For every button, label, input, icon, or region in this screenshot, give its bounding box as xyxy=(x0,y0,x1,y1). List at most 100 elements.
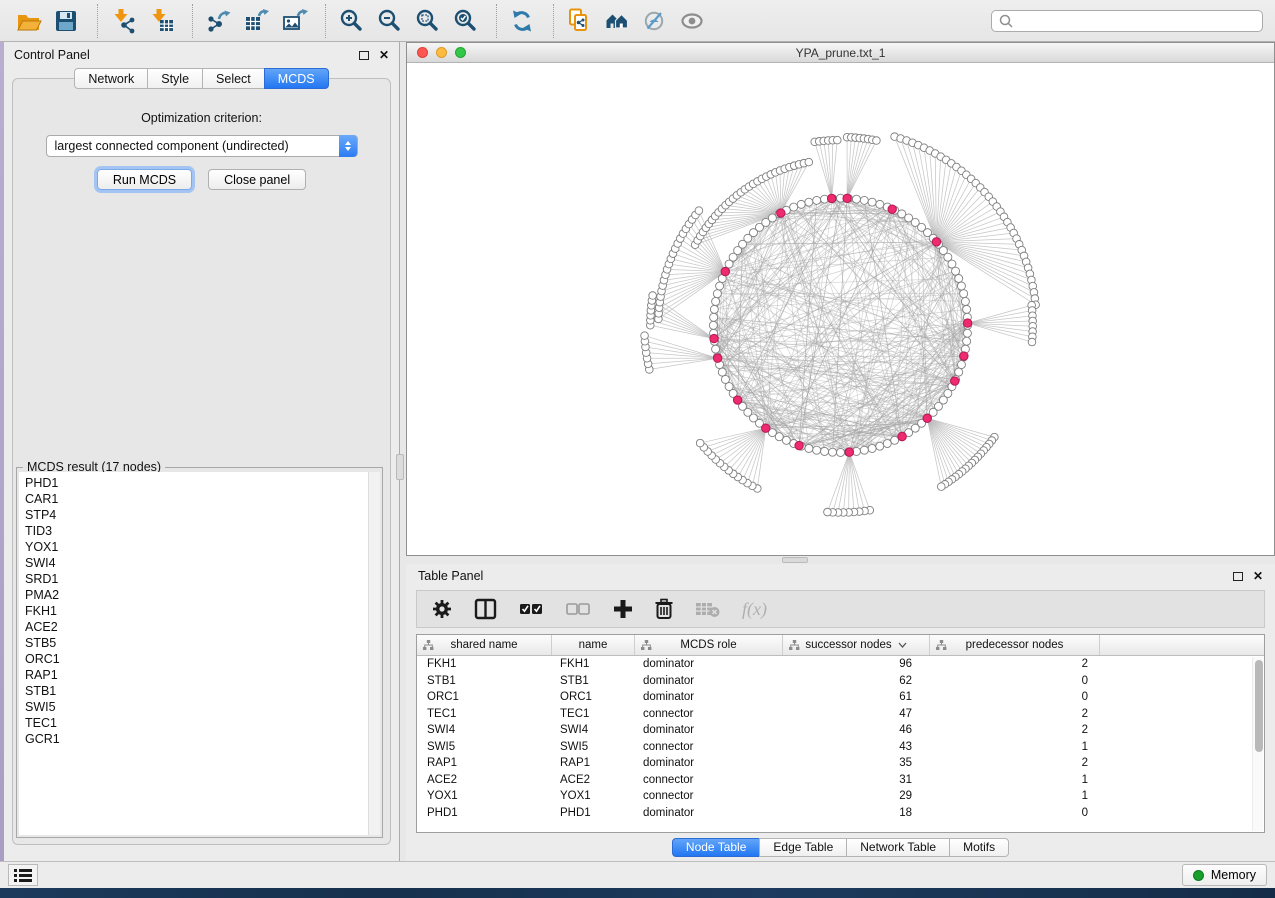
mcds-result-item[interactable]: STB1 xyxy=(25,683,368,699)
select-all-button[interactable] xyxy=(519,600,545,618)
table-cell[interactable]: FKH1 xyxy=(417,658,552,670)
table-cell[interactable]: TEC1 xyxy=(552,708,635,720)
table-cell[interactable]: 61 xyxy=(783,691,930,703)
mcds-result-item[interactable]: STP4 xyxy=(25,507,368,523)
tab-mcds[interactable]: MCDS xyxy=(264,68,329,89)
table-cell[interactable]: 0 xyxy=(930,675,1100,687)
table-cell[interactable]: 47 xyxy=(783,708,930,720)
mcds-result-item[interactable]: ACE2 xyxy=(25,619,368,635)
create-column-button[interactable] xyxy=(613,599,633,619)
table-cell[interactable]: dominator xyxy=(635,757,783,769)
zoom-selected-button[interactable] xyxy=(449,5,481,37)
table-cell[interactable]: 43 xyxy=(783,741,930,753)
table-cell[interactable]: SWI5 xyxy=(417,741,552,753)
table-cell[interactable]: 62 xyxy=(783,675,930,687)
column-header-mcds-role[interactable]: MCDS role xyxy=(635,635,783,655)
mcds-result-item[interactable]: PHD1 xyxy=(25,475,368,491)
column-header-name[interactable]: name xyxy=(552,635,635,655)
column-header-shared-name[interactable]: shared name xyxy=(417,635,552,655)
table-cell[interactable]: 2 xyxy=(930,724,1100,736)
table-settings-button[interactable] xyxy=(431,598,453,620)
table-cell[interactable]: STB1 xyxy=(417,675,552,687)
table-row[interactable]: SWI4SWI4dominator462 xyxy=(417,722,1264,739)
mcds-result-item[interactable]: TEC1 xyxy=(25,715,368,731)
show-panels-button[interactable] xyxy=(677,5,709,37)
hide-panels-button[interactable] xyxy=(639,5,671,37)
table-scrollbar[interactable] xyxy=(1252,657,1263,831)
horizontal-splitter-handle[interactable] xyxy=(782,557,808,563)
table-row[interactable]: PHD1PHD1dominator180 xyxy=(417,805,1264,822)
network-graph[interactable] xyxy=(407,63,1274,555)
mcds-result-item[interactable]: SWI5 xyxy=(25,699,368,715)
table-cell[interactable]: STB1 xyxy=(552,675,635,687)
table-cell[interactable]: SWI4 xyxy=(417,724,552,736)
table-row[interactable]: ORC1ORC1dominator610 xyxy=(417,689,1264,706)
table-cell[interactable]: 31 xyxy=(783,774,930,786)
tab-network-table[interactable]: Network Table xyxy=(846,838,950,857)
float-control-panel-button[interactable] xyxy=(359,51,369,60)
table-scrollbar-thumb[interactable] xyxy=(1255,660,1263,752)
optimization-criterion-select[interactable]: largest connected component (undirected) xyxy=(46,135,358,157)
table-cell[interactable]: 2 xyxy=(930,757,1100,769)
table-cell[interactable]: 2 xyxy=(930,708,1100,720)
mcds-result-item[interactable]: SWI4 xyxy=(25,555,368,571)
memory-button[interactable]: Memory xyxy=(1182,864,1267,886)
network-canvas[interactable] xyxy=(407,63,1274,555)
run-mcds-button[interactable]: Run MCDS xyxy=(97,169,192,190)
import-table-button[interactable] xyxy=(145,5,177,37)
table-cell[interactable]: PHD1 xyxy=(552,807,635,819)
table-row[interactable]: STB1STB1dominator620 xyxy=(417,673,1264,690)
network-titlebar[interactable]: YPA_prune.txt_1 xyxy=(407,43,1274,63)
table-cell[interactable]: 1 xyxy=(930,741,1100,753)
minimize-window-icon[interactable] xyxy=(436,47,447,58)
mcds-result-item[interactable]: GCR1 xyxy=(25,731,368,747)
save-button[interactable] xyxy=(50,5,82,37)
refresh-button[interactable] xyxy=(506,5,538,37)
export-network-button[interactable] xyxy=(202,5,234,37)
table-cell[interactable]: connector xyxy=(635,774,783,786)
mcds-result-item[interactable]: PMA2 xyxy=(25,587,368,603)
deselect-all-button[interactable] xyxy=(566,600,592,618)
zoom-fit-button[interactable] xyxy=(411,5,443,37)
network-overview-button[interactable] xyxy=(601,5,633,37)
vertical-splitter-handle[interactable] xyxy=(396,454,404,480)
mcds-result-item[interactable]: TID3 xyxy=(25,523,368,539)
table-cell[interactable]: dominator xyxy=(635,691,783,703)
table-cell[interactable]: 96 xyxy=(783,658,930,670)
table-cell[interactable]: connector xyxy=(635,790,783,802)
table-cell[interactable]: ACE2 xyxy=(417,774,552,786)
table-cell[interactable]: dominator xyxy=(635,807,783,819)
close-control-panel-button[interactable]: ✕ xyxy=(379,49,389,61)
mcds-result-item[interactable]: RAP1 xyxy=(25,667,368,683)
zoom-out-button[interactable] xyxy=(373,5,405,37)
mcds-result-item[interactable]: YOX1 xyxy=(25,539,368,555)
export-table-button[interactable] xyxy=(240,5,272,37)
mcds-result-list[interactable]: PHD1CAR1STP4TID3YOX1SWI4SRD1PMA2FKH1ACE2… xyxy=(19,472,368,835)
table-row[interactable]: SWI5SWI5connector431 xyxy=(417,739,1264,756)
close-window-icon[interactable] xyxy=(417,47,428,58)
table-cell[interactable]: dominator xyxy=(635,724,783,736)
show-columns-button[interactable] xyxy=(474,598,498,620)
table-cell[interactable]: YOX1 xyxy=(417,790,552,802)
table-cell[interactable]: FKH1 xyxy=(552,658,635,670)
tab-motifs[interactable]: Motifs xyxy=(949,838,1009,857)
function-builder-button[interactable]: f(x) xyxy=(742,599,767,620)
open-file-button[interactable] xyxy=(12,5,44,37)
tab-edge-table[interactable]: Edge Table xyxy=(759,838,847,857)
maximize-window-icon[interactable] xyxy=(455,47,466,58)
table-cell[interactable]: ORC1 xyxy=(552,691,635,703)
mcds-result-item[interactable]: STB5 xyxy=(25,635,368,651)
table-cell[interactable]: 2 xyxy=(930,658,1100,670)
table-cell[interactable]: dominator xyxy=(635,658,783,670)
table-cell[interactable]: 35 xyxy=(783,757,930,769)
mcds-result-scrollbar[interactable] xyxy=(368,472,380,835)
table-cell[interactable]: 1 xyxy=(930,790,1100,802)
tab-network[interactable]: Network xyxy=(74,68,148,89)
table-cell[interactable]: 1 xyxy=(930,774,1100,786)
table-cell[interactable]: RAP1 xyxy=(552,757,635,769)
table-cell[interactable]: PHD1 xyxy=(417,807,552,819)
table-cell[interactable]: 46 xyxy=(783,724,930,736)
table-cell[interactable]: RAP1 xyxy=(417,757,552,769)
table-cell[interactable]: 0 xyxy=(930,691,1100,703)
table-cell[interactable]: TEC1 xyxy=(417,708,552,720)
